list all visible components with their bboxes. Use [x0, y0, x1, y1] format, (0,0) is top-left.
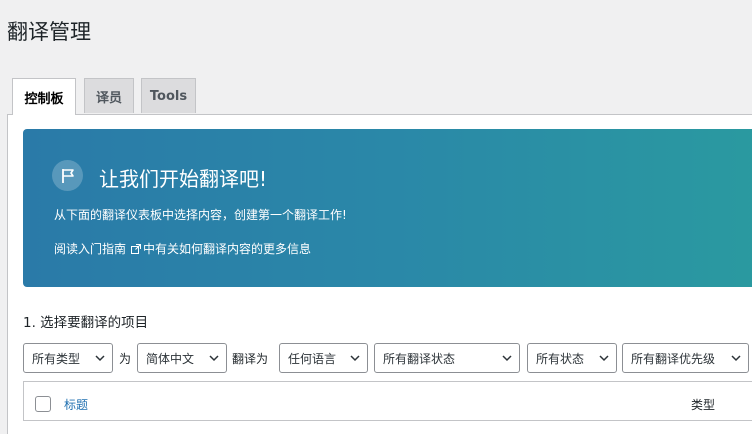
banner-help-suffix: 中有关如何翻译内容的更多信息 [143, 242, 312, 256]
chevron-down-icon [502, 355, 512, 362]
status-select[interactable]: 所有状态 [527, 343, 617, 373]
translation-status-select[interactable]: 所有翻译状态 [374, 343, 520, 373]
priority-select-value: 所有翻译优先级 [631, 351, 716, 366]
type-select[interactable]: 所有类型 [23, 343, 113, 373]
target-language-select[interactable]: 任何语言 [279, 343, 368, 373]
priority-select[interactable]: 所有翻译优先级 [622, 343, 749, 373]
translate-to-label: 翻译为 [232, 352, 269, 366]
source-language-value: 简体中文 [146, 351, 195, 366]
chevron-down-icon [95, 355, 105, 362]
chevron-down-icon [731, 355, 741, 362]
select-all-checkbox[interactable] [35, 396, 51, 412]
target-language-value: 任何语言 [288, 351, 337, 366]
page-title: 翻译管理 [7, 20, 91, 44]
banner-description: 从下面的翻译仪表板中选择内容，创建第一个翻译工作! [54, 208, 347, 222]
status-select-value: 所有状态 [536, 351, 585, 366]
banner-help-row: 阅读入门指南 中有关如何翻译内容的更多信息 [54, 240, 311, 257]
for-label: 为 [119, 352, 132, 366]
column-title[interactable]: 标题 [64, 396, 88, 413]
welcome-banner: 让我们开始翻译吧! 从下面的翻译仪表板中选择内容，创建第一个翻译工作! 阅读入门… [23, 129, 752, 287]
items-table-header: 标题 类型 [23, 381, 752, 421]
flag-icon [52, 160, 83, 191]
column-type: 类型 [691, 398, 716, 412]
section-title: 1. 选择要翻译的项目 [23, 315, 149, 331]
translation-status-value: 所有翻译状态 [383, 351, 456, 366]
tab-translators[interactable]: 译员 [84, 78, 134, 113]
external-link-icon [131, 243, 142, 254]
chevron-down-icon [599, 355, 609, 362]
chevron-down-icon [209, 355, 219, 362]
chevron-down-icon [350, 355, 360, 362]
tab-dashboard[interactable]: 控制板 [12, 78, 76, 115]
type-select-value: 所有类型 [32, 351, 81, 366]
banner-title: 让我们开始翻译吧! [99, 167, 268, 191]
tab-tools[interactable]: Tools [141, 78, 196, 113]
source-language-select[interactable]: 简体中文 [137, 343, 227, 373]
getting-started-link[interactable]: 阅读入门指南 [54, 240, 126, 257]
